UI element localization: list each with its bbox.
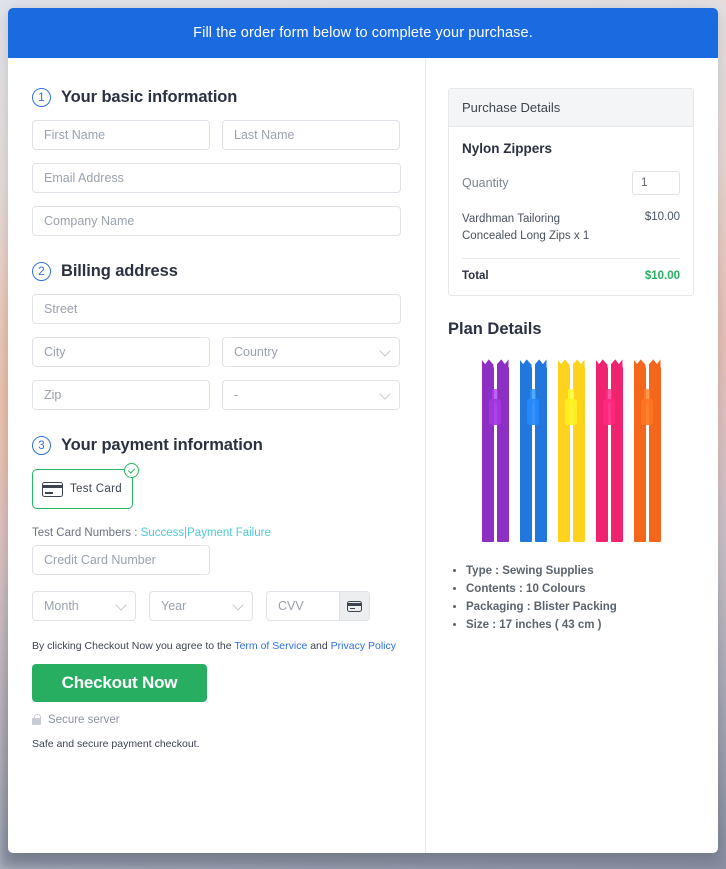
checkout-card: Fill the order form below to complete yo… <box>8 8 718 853</box>
step-number-3: 3 <box>32 436 51 455</box>
city-country-row: City Country <box>32 337 401 367</box>
total-row: Total $10.00 <box>462 270 680 282</box>
country-select[interactable]: Country <box>222 337 400 367</box>
state-select-value: - <box>234 388 239 402</box>
zipper-graphic <box>595 359 623 543</box>
zipper-graphic <box>481 359 509 543</box>
purchase-details-body: Nylon Zippers Quantity 1 Vardhman Tailor… <box>449 127 693 295</box>
street-input[interactable]: Street <box>32 294 401 324</box>
last-name-input[interactable]: Last Name <box>222 120 400 150</box>
zip-input[interactable]: Zip <box>32 380 210 410</box>
zip-state-row: Zip - <box>32 380 401 410</box>
section-payment-title: Your payment information <box>61 436 263 454</box>
page-banner: Fill the order form below to complete yo… <box>8 8 718 58</box>
step-number-1: 1 <box>32 88 51 107</box>
expiry-year-value: Year <box>161 599 187 613</box>
zipper-graphic <box>557 359 585 543</box>
company-input[interactable]: Company Name <box>32 206 401 236</box>
street-row: Street <box>32 294 401 324</box>
lock-icon <box>32 714 42 725</box>
plan-bullet-item: Size : 17 inches ( 43 cm ) <box>466 617 694 635</box>
cvv-field-group: CVV <box>266 591 370 621</box>
expiry-cvv-row: Month Year CVV <box>32 591 401 621</box>
form-column: 1 Your basic information First Name Last… <box>8 58 426 853</box>
credit-card-icon <box>42 481 63 497</box>
chevron-down-icon <box>232 599 244 611</box>
plan-bullet-item: Contents : 10 Colours <box>466 581 694 599</box>
quantity-label: Quantity <box>462 176 509 190</box>
product-name: Nylon Zippers <box>462 141 553 156</box>
chevron-down-icon <box>379 345 391 357</box>
section-basic-title: Your basic information <box>61 88 238 106</box>
country-select-value: Country <box>234 345 278 359</box>
plan-details-title: Plan Details <box>448 320 542 339</box>
quantity-row: Quantity 1 <box>462 171 680 195</box>
step-number-2: 2 <box>32 262 51 281</box>
email-row: Email Address <box>32 163 401 193</box>
test-card-numbers-row: Test Card Numbers : Success|Payment Fail… <box>32 527 401 539</box>
expiry-month-value: Month <box>44 599 79 613</box>
check-circle-icon <box>124 463 139 478</box>
section-payment-information: 3 Your payment information <box>32 436 401 455</box>
cvv-help-button[interactable] <box>339 592 369 620</box>
company-row: Company Name <box>32 206 401 236</box>
term-of-service-link[interactable]: Term of Service <box>234 640 307 652</box>
terms-and: and <box>310 640 328 652</box>
safe-checkout-note: Safe and secure payment checkout. <box>32 738 200 750</box>
test-card-numbers-label: Test Card Numbers : <box>32 527 138 539</box>
line-item-amount: $10.00 <box>644 211 680 223</box>
email-input[interactable]: Email Address <box>32 163 401 193</box>
quantity-input[interactable]: 1 <box>632 171 680 195</box>
secure-server-note: Secure server <box>32 714 401 726</box>
terms-prefix: By clicking Checkout Now you agree to th… <box>32 640 232 652</box>
privacy-policy-link[interactable]: Privacy Policy <box>331 640 396 652</box>
credit-card-icon <box>347 600 362 612</box>
terms-text: By clicking Checkout Now you agree to th… <box>32 640 401 652</box>
summary-column: Purchase Details Nylon Zippers Quantity … <box>426 58 718 853</box>
plan-bullet-list: Type : Sewing SuppliesContents : 10 Colo… <box>448 563 694 634</box>
chevron-down-icon <box>115 599 127 611</box>
line-item-description: Vardhman Tailoring Concealed Long Zips x… <box>462 213 590 242</box>
first-name-input[interactable]: First Name <box>32 120 210 150</box>
section-billing-title: Billing address <box>61 262 178 280</box>
credit-card-number-input[interactable]: Credit Card Number <box>32 545 210 575</box>
expiry-year-select[interactable]: Year <box>149 591 253 621</box>
chevron-down-icon <box>379 388 391 400</box>
name-row: First Name Last Name <box>32 120 401 150</box>
line-item-row: Vardhman Tailoring Concealed Long Zips x… <box>462 211 680 260</box>
product-image <box>448 359 694 549</box>
payment-failure-link[interactable]: Payment Failure <box>187 527 271 539</box>
plan-bullet-item: Type : Sewing Supplies <box>466 563 694 581</box>
city-input[interactable]: City <box>32 337 210 367</box>
banner-text: Fill the order form below to complete yo… <box>193 25 533 41</box>
test-card-label: Test Card <box>70 483 122 495</box>
test-card-option[interactable]: Test Card <box>32 463 139 509</box>
total-amount: $10.00 <box>644 270 680 283</box>
secure-server-label: Secure server <box>48 714 120 726</box>
section-billing-address: 2 Billing address <box>32 262 401 281</box>
plan-bullet-item: Packaging : Blister Packing <box>466 599 694 617</box>
zipper-graphic <box>633 359 661 543</box>
zipper-graphic <box>519 359 547 543</box>
expiry-month-select[interactable]: Month <box>32 591 136 621</box>
card-body: 1 Your basic information First Name Last… <box>8 58 718 853</box>
checkout-now-button[interactable]: Checkout Now <box>32 664 207 702</box>
section-basic-information: 1 Your basic information <box>32 88 401 107</box>
purchase-details-header: Purchase Details <box>449 89 693 127</box>
purchase-details-panel: Purchase Details Nylon Zippers Quantity … <box>448 88 694 297</box>
cvv-input[interactable]: CVV <box>267 592 339 620</box>
total-label: Total <box>462 270 489 283</box>
state-select[interactable]: - <box>222 380 400 410</box>
success-link[interactable]: Success <box>141 527 184 539</box>
